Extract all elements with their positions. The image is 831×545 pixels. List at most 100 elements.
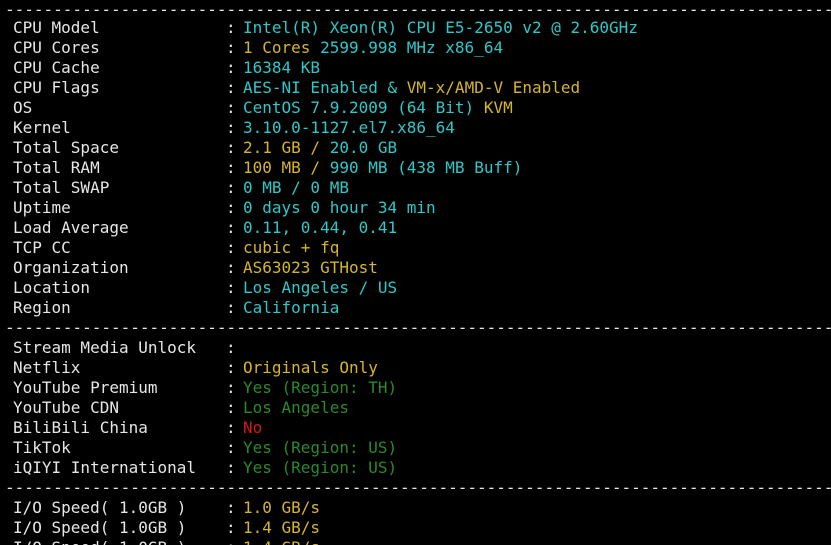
value-segment: 20.0 GB [329, 138, 398, 157]
info-label: Total RAM [13, 158, 100, 177]
separator-colon: : [226, 238, 236, 257]
value-segment: No [243, 418, 263, 437]
separator-colon: : [226, 358, 236, 377]
value-segment: cubic + fq [243, 238, 340, 257]
info-row: Stream Media Unlock: [0, 338, 831, 358]
info-value: 0 days 0 hour 34 min [243, 198, 436, 218]
info-label: Location [13, 278, 91, 297]
info-value: 0.11, 0.44, 0.41 [243, 218, 397, 238]
value-segment: 0 days 0 hour 34 min [243, 198, 436, 217]
info-label: Kernel [13, 118, 71, 137]
value-segment: 16384 KB [243, 58, 321, 77]
info-label: Total SWAP [13, 178, 110, 197]
info-row: CPU Model: Intel(R) Xeon(R) CPU E5-2650 v… [0, 18, 831, 38]
separator-colon: : [226, 518, 236, 537]
info-row: TCP CC: cubic + fq [0, 238, 831, 258]
info-value: Yes (Region: TH) [243, 378, 397, 398]
separator-colon: : [226, 18, 236, 37]
info-value: 16384 KB [243, 58, 320, 78]
value-segment: Los Angeles / US [243, 278, 398, 297]
info-label: CPU Model [13, 18, 100, 37]
info-row: Location: Los Angeles / US [0, 278, 831, 298]
info-label: YouTube Premium [13, 378, 158, 397]
info-row: TikTok: Yes (Region: US) [0, 438, 831, 458]
separator-colon: : [226, 178, 236, 197]
separator-colon: : [226, 298, 236, 317]
info-label: YouTube CDN [13, 398, 119, 417]
info-label: TikTok [13, 438, 71, 457]
info-label: Stream Media Unlock [13, 338, 197, 357]
value-segment: 990 MB (438 MB Buff) [329, 158, 523, 177]
info-row: I/O Speed( 1.0GB ):1.4 GB/s [0, 518, 831, 538]
info-label: CPU Flags [13, 78, 100, 97]
info-row: CPU Cache:16384 KB [0, 58, 831, 78]
info-value: AES-NI Enabled & VM-x/AMD-V Enabled [243, 78, 580, 98]
info-value: No [243, 418, 262, 438]
info-value: cubic + fq [243, 238, 339, 258]
info-row: CPU Flags: AES-NI Enabled & VM-x/AMD-V En… [0, 78, 831, 98]
info-label: Load Average [13, 218, 129, 237]
separator-colon: : [226, 498, 236, 517]
separator-line: ----------------------------------------… [5, 318, 831, 337]
info-row: YouTube CDN: Los Angeles [0, 398, 831, 418]
info-row: Organization: AS63023 GTHost [0, 258, 831, 278]
separator-colon: : [226, 258, 236, 277]
value-segment: 3.10.0-1127.el7.x86_64 [243, 118, 455, 137]
value-segment: CentOS 7.9.2009 (64 Bit) [243, 98, 484, 117]
separator-colon: : [226, 198, 236, 217]
separator-colon: : [226, 98, 236, 117]
value-segment: Yes (Region: TH) [243, 378, 398, 397]
info-value: 0 MB / 0 MB [243, 178, 349, 198]
value-segment: California [243, 298, 340, 317]
info-row: BiliBili China: No [0, 418, 831, 438]
info-label: Netflix [13, 358, 81, 377]
value-segment: 1.4 GB/s [243, 538, 320, 545]
value-segment: 0.11, 0.44, 0.41 [243, 218, 398, 237]
separator-colon: : [226, 538, 236, 545]
separator-colon: : [226, 278, 236, 297]
value-segment: AES-NI Enabled & [243, 78, 407, 97]
info-label: OS [13, 98, 33, 117]
info-label: CPU Cores [13, 38, 100, 57]
info-row: Region: California [0, 298, 831, 318]
info-value: 1.4 GB/s [243, 538, 320, 545]
separator-colon: : [226, 458, 236, 477]
info-row: Load Average:0.11, 0.44, 0.41 [0, 218, 831, 238]
value-segment: VM-x/AMD-V Enabled [406, 78, 581, 97]
separator-colon: : [226, 338, 236, 357]
separator-line: ----------------------------------------… [5, 0, 831, 19]
info-row: Netflix: Originals Only [0, 358, 831, 378]
info-row: I/O Speed( 1.0GB ):1.4 GB/s [0, 538, 831, 545]
info-value: Yes (Region: US) [243, 458, 397, 478]
info-label: iQIYI International [13, 458, 197, 477]
separator-colon: : [226, 398, 236, 417]
value-segment: 1.0 GB/s [243, 498, 321, 517]
info-value: 1 Cores 2599.998 MHz x86_64 [243, 38, 503, 58]
info-row: Total Space:2.1 GB / 20.0 GB [0, 138, 831, 158]
info-value: Los Angeles / US [243, 278, 397, 298]
info-value: 1.0 GB/s [243, 498, 320, 518]
info-label: Uptime [13, 198, 71, 217]
terminal-window[interactable]: ----------------------------------------… [0, 0, 831, 545]
info-row: Total RAM:100 MB / 990 MB (438 MB Buff) [0, 158, 831, 178]
value-segment: Originals Only [243, 358, 378, 377]
separator-colon: : [226, 118, 236, 137]
info-row: Total SWAP:0 MB / 0 MB [0, 178, 831, 198]
info-value: 100 MB / 990 MB (438 MB Buff) [243, 158, 522, 178]
info-value: California [243, 298, 339, 318]
value-segment: Yes (Region: US) [243, 438, 398, 457]
info-label: Region [13, 298, 71, 317]
info-label: Organization [13, 258, 129, 277]
separator-colon: : [226, 78, 236, 97]
separator-line: ----------------------------------------… [5, 478, 831, 497]
separator-colon: : [226, 158, 236, 177]
info-label: TCP CC [13, 238, 71, 257]
value-segment: Los Angeles [243, 398, 349, 417]
info-value: 1.4 GB/s [243, 518, 320, 538]
value-segment: 1 Cores [243, 38, 321, 57]
info-row: iQIYI International: Yes (Region: US) [0, 458, 831, 478]
info-value: Intel(R) Xeon(R) CPU E5-2650 v2 @ 2.60GH… [243, 18, 638, 38]
info-value: Los Angeles [243, 398, 349, 418]
info-label: BiliBili China [13, 418, 148, 437]
info-value: 3.10.0-1127.el7.x86_64 [243, 118, 455, 138]
